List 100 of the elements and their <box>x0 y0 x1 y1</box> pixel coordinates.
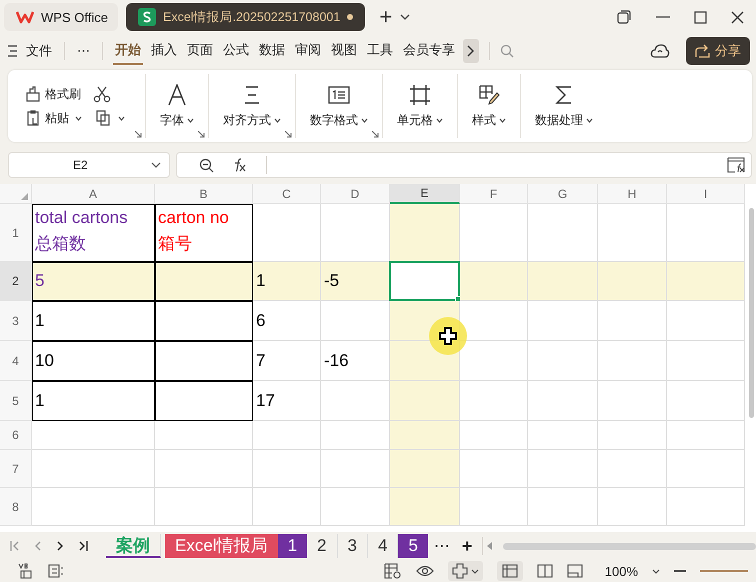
file-menu[interactable]: 文件 <box>24 40 54 62</box>
caret-icon[interactable] <box>400 14 410 20</box>
tab-label: WPS Office <box>41 10 108 24</box>
macro-icon[interactable] <box>18 563 34 579</box>
column-header[interactable]: I <box>667 184 745 204</box>
table-settings-icon[interactable] <box>384 563 402 579</box>
column-header[interactable]: F <box>460 184 528 204</box>
number-format-icon <box>328 84 350 106</box>
tab-label: Excel情报局.202502251708001 <box>163 8 340 26</box>
eye-icon[interactable] <box>416 565 434 577</box>
ribbon-tab[interactable]: 工具 <box>365 37 395 65</box>
table-cell <box>598 301 667 341</box>
ribbon-tab[interactable]: 审阅 <box>293 37 323 65</box>
table-cell <box>528 450 598 488</box>
share-button[interactable]: 分享 <box>686 37 750 65</box>
caret-icon <box>499 118 506 123</box>
table-cell <box>321 204 390 262</box>
move-cursor-icon <box>428 316 468 356</box>
ribbon-tab[interactable]: 页面 <box>185 37 215 65</box>
cells-button[interactable]: 单元格 <box>397 84 443 128</box>
dialog-launcher-icon[interactable] <box>372 131 379 138</box>
copy-button[interactable] <box>94 109 125 127</box>
name-box[interactable]: E2 <box>8 152 170 178</box>
styles-button[interactable]: 样式 <box>472 84 506 128</box>
window-tab[interactable]: Excel情报局.202502251708001 <box>126 3 366 31</box>
column-header[interactable]: D <box>321 184 390 204</box>
ribbon-tab[interactable]: 公式 <box>221 37 251 65</box>
column-header[interactable]: H <box>598 184 667 204</box>
table-cell <box>598 381 667 421</box>
column-header[interactable]: C <box>253 184 321 204</box>
formula-field[interactable] <box>176 152 752 178</box>
table-cell <box>321 421 390 450</box>
dialog-launcher-icon[interactable] <box>135 131 142 138</box>
table-cell <box>253 488 321 526</box>
zoom-out-icon[interactable] <box>199 158 214 172</box>
row-header[interactable]: 7 <box>0 450 32 488</box>
column-header[interactable]: G <box>528 184 598 204</box>
row-header[interactable]: 1 <box>0 204 32 262</box>
number-button[interactable]: 数字格式 <box>310 84 368 128</box>
sheet-tab[interactable]: Excel情报局 <box>165 534 278 558</box>
row-header[interactable]: 4 <box>0 341 32 381</box>
ribbon-tab[interactable]: 会员专享 <box>401 37 457 65</box>
last-sheet-icon[interactable] <box>78 541 88 551</box>
table-cell <box>598 341 667 381</box>
maximize-icon[interactable] <box>694 10 707 24</box>
sheet-tab[interactable]: 2 <box>307 534 338 558</box>
page-break-icon[interactable] <box>566 564 583 578</box>
table-cell <box>598 421 667 450</box>
row-header[interactable]: 5 <box>0 381 32 421</box>
add-sheet-button[interactable]: + <box>456 536 478 556</box>
table-cell <box>390 381 460 421</box>
ribbon-tab[interactable]: 数据 <box>257 37 287 65</box>
scrollbar[interactable] <box>749 208 754 418</box>
scissors-icon[interactable] <box>93 85 111 103</box>
ribbon-tab[interactable]: 视图 <box>329 37 359 65</box>
format-painter-button[interactable]: 格式刷 <box>24 85 81 103</box>
list-icon[interactable] <box>48 564 64 578</box>
caret-icon[interactable] <box>652 568 660 574</box>
more-sheets-button[interactable]: ⋯ <box>428 536 456 556</box>
zoom-level[interactable]: 100% <box>604 564 638 578</box>
ribbon-tab[interactable]: 开始 <box>113 37 143 65</box>
copy-icon <box>94 109 112 127</box>
cross-icon <box>452 563 468 579</box>
font-button[interactable]: 字体 <box>160 84 194 128</box>
page-view-icon[interactable] <box>536 564 553 578</box>
row-header[interactable]: 8 <box>0 488 32 526</box>
dialog-launcher-icon[interactable] <box>285 131 292 138</box>
window-tab[interactable]: WPS Office <box>4 3 118 31</box>
data-button[interactable]: 数据处理 <box>535 84 593 128</box>
sheet-tab[interactable]: 1 <box>278 534 308 558</box>
sheet-tab[interactable]: 3 <box>338 534 368 558</box>
formula-editor-icon[interactable] <box>727 157 745 173</box>
row-header[interactable]: 2 <box>0 262 32 301</box>
scroll-right-button[interactable] <box>463 39 479 63</box>
chevron-right-icon <box>467 45 475 57</box>
normal-view-button[interactable] <box>496 561 523 581</box>
scrollbar[interactable] <box>503 542 756 550</box>
dialog-launcher-icon[interactable] <box>198 131 205 138</box>
minimize-icon[interactable] <box>656 16 670 18</box>
column-header[interactable]: E <box>390 184 460 204</box>
focus-mode-button[interactable] <box>448 561 483 581</box>
table-cell: 10 <box>32 341 155 381</box>
restore-window-icon[interactable] <box>616 9 632 25</box>
menu-icon[interactable] <box>8 45 18 57</box>
paste-button[interactable]: 粘贴 <box>24 109 82 127</box>
new-tab-button[interactable]: + <box>379 6 392 28</box>
row-header[interactable]: 6 <box>0 421 32 450</box>
next-sheet-icon[interactable] <box>56 541 64 551</box>
table-cell <box>390 488 460 526</box>
close-icon[interactable] <box>731 10 744 24</box>
row-header[interactable]: 3 <box>0 301 32 341</box>
more-button[interactable]: ⋯ <box>75 41 92 61</box>
caret-icon <box>118 116 125 120</box>
column-header[interactable]: A <box>32 184 155 204</box>
ribbon-tab[interactable]: 插入 <box>149 37 179 65</box>
align-button[interactable]: 对齐方式 <box>223 84 281 128</box>
active-cell[interactable] <box>389 261 460 301</box>
cloud-sync-icon[interactable] <box>650 43 670 59</box>
sheet-tab[interactable]: 5 <box>398 534 428 558</box>
column-header[interactable]: B <box>155 184 253 204</box>
